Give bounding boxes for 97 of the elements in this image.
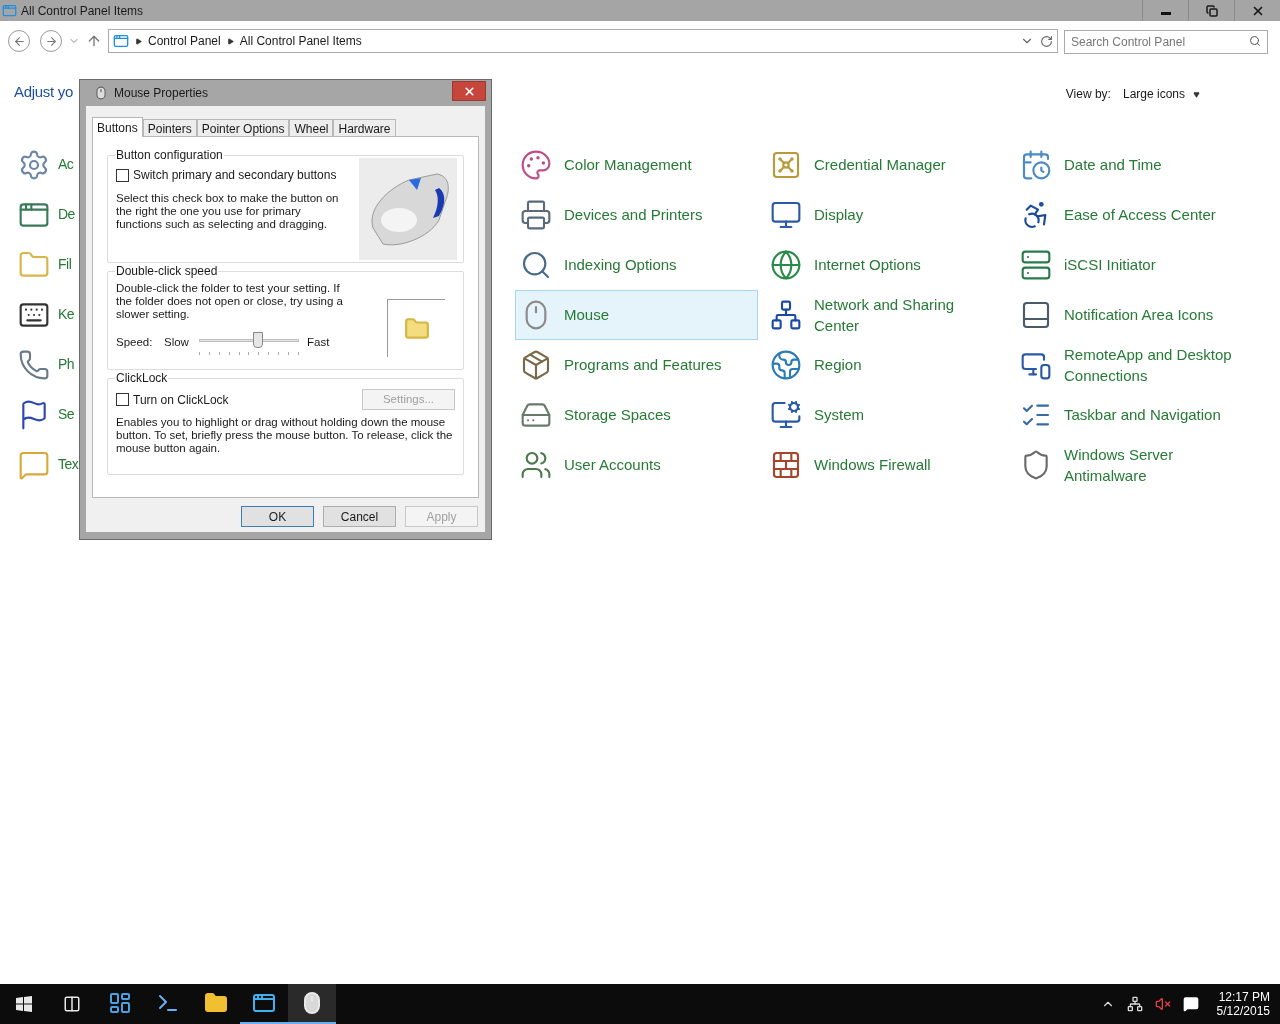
dialog-button[interactable]: OK <box>241 506 314 527</box>
group-title: ClickLock <box>115 371 169 385</box>
control-panel-item[interactable]: Internet Options <box>765 239 1008 290</box>
control-panel-item[interactable]: Indexing Options <box>515 239 758 290</box>
speaker-muted-icon[interactable] <box>1154 996 1171 1012</box>
window-title: All Control Panel Items <box>21 2 144 20</box>
close-icon <box>462 84 476 98</box>
fast-label: Fast <box>307 335 330 351</box>
control-panel-item[interactable]: RemoteApp and Desktop Connections <box>1015 339 1258 390</box>
dialog-button[interactable]: Cancel <box>323 506 396 527</box>
view-by-dropdown[interactable]: Large icons <box>1122 85 1200 103</box>
item-label[interactable]: Ke <box>58 304 75 325</box>
control-panel-item[interactable]: Devices and Printers <box>515 189 758 240</box>
control-panel-item[interactable]: Credential Manager <box>765 139 1008 190</box>
address-bar[interactable]: Control Panel All Control Panel Items <box>108 29 1058 53</box>
folder-icon <box>204 991 228 1015</box>
package-icon <box>520 348 552 381</box>
control-panel-icon <box>2 3 17 18</box>
group-title: Double-click speed <box>115 264 219 278</box>
control-panel-item[interactable]: Notification Area Icons <box>1015 289 1258 340</box>
speed-label: Speed: <box>116 335 154 351</box>
earth-icon <box>770 348 802 381</box>
item-label[interactable]: Ac <box>58 154 74 175</box>
page-heading: Adjust yo <box>14 82 73 102</box>
control-panel-item[interactable]: Windows Server Antimalware <box>1015 439 1258 490</box>
control-panel-icon <box>252 991 276 1015</box>
clock[interactable]: 12:17 PM 5/12/2015 <box>1216 990 1270 1018</box>
breadcrumb[interactable]: Control Panel <box>148 32 221 50</box>
taskbar-button[interactable] <box>288 984 336 1024</box>
refresh-icon[interactable] <box>1040 34 1053 48</box>
breadcrumb-arrow-icon <box>226 37 234 45</box>
printer-icon <box>520 198 552 231</box>
palette-icon <box>520 148 552 181</box>
description: Enables you to highlight or drag without holding down the mouse button. To set, briefly press the mouse button. To release, click the mouse button again. <box>116 416 454 455</box>
breadcrumb[interactable]: All Control Panel Items <box>239 32 362 50</box>
control-panel-item[interactable]: System <box>765 389 1008 440</box>
server-manager-icon <box>108 991 132 1015</box>
mouse-icon <box>94 86 108 100</box>
network-icon[interactable] <box>1126 996 1143 1012</box>
control-panel-icon <box>113 33 129 49</box>
network-icon <box>770 298 802 331</box>
control-panel-item[interactable]: Color Management <box>515 139 758 190</box>
item-label[interactable]: Se <box>58 404 75 425</box>
tab[interactable]: Pointers <box>142 119 197 136</box>
action-center-icon[interactable] <box>1182 996 1199 1012</box>
close-button[interactable] <box>452 81 486 101</box>
search-icon <box>1249 34 1261 47</box>
tab[interactable]: Wheel <box>289 119 334 136</box>
minimize-icon <box>1160 12 1171 15</box>
gear-icon <box>18 148 50 181</box>
speed-slider[interactable] <box>199 335 299 357</box>
control-panel-item[interactable]: Windows Firewall <box>765 439 1008 490</box>
item-label[interactable]: Fil <box>58 254 72 275</box>
task-view-icon <box>63 995 81 1013</box>
checkbox[interactable] <box>116 168 129 182</box>
tab[interactable]: Hardware <box>333 119 396 136</box>
view-by-label: View by: <box>1065 86 1111 103</box>
control-panel-item[interactable]: Storage Spaces <box>515 389 758 440</box>
control-panel-item[interactable]: Programs and Features <box>515 339 758 390</box>
phone-icon <box>18 348 50 381</box>
slow-label: Slow <box>164 335 190 351</box>
test-folder-area[interactable] <box>387 299 445 357</box>
globe-icon <box>770 248 802 281</box>
dialog-title: Mouse Properties <box>114 85 209 102</box>
folder-icon <box>403 315 430 342</box>
tab[interactable]: Pointer Options <box>196 119 290 136</box>
dropdown-arrow-icon <box>1193 90 1200 98</box>
windows-logo-icon <box>16 996 32 1012</box>
control-panel-item[interactable]: Taskbar and Navigation <box>1015 389 1258 440</box>
server-icon <box>1020 248 1052 281</box>
control-panel-item[interactable]: Date and Time <box>1015 139 1258 190</box>
breadcrumb-arrow-icon <box>135 37 142 45</box>
search-field[interactable]: Search Control Panel <box>1064 29 1268 54</box>
up-button[interactable] <box>86 33 102 49</box>
item-label[interactable]: Ph <box>58 354 75 375</box>
monitor-icon <box>770 398 802 431</box>
forward-arrow-icon <box>44 34 58 48</box>
restore-icon <box>1205 4 1218 17</box>
item-label[interactable]: De <box>58 204 75 225</box>
checkbox[interactable] <box>116 393 129 406</box>
control-panel-item[interactable]: Display <box>765 189 1008 240</box>
control-panel-item[interactable]: Ease of Access Center <box>1015 189 1258 240</box>
slider-thumb[interactable] <box>253 332 263 348</box>
control-panel-item[interactable]: User Accounts <box>515 439 758 490</box>
tab[interactable]: Buttons <box>92 117 143 137</box>
description: Double-click the folder to test your setting. If the folder does not open or close, try using a slower setting. <box>116 282 344 321</box>
control-panel-item[interactable]: iSCSI Initiator <box>1015 239 1258 290</box>
checkbox-label: Switch primary and secondary buttons <box>133 167 337 184</box>
description: Select this check box to make the button on the right the one you use for primary functions such as selecting and dragging. <box>116 192 340 231</box>
control-panel-item[interactable]: Network and Sharing Center <box>765 289 1008 340</box>
control-panel-item[interactable]: Mouse <box>515 289 758 340</box>
checkbox-label: Turn on ClickLock <box>133 391 229 409</box>
control-panel-item[interactable]: Region <box>765 339 1008 390</box>
group-title: Button configuration <box>115 148 224 162</box>
calendar-clock-icon <box>1020 148 1052 181</box>
item-label[interactable]: Tex <box>58 454 79 475</box>
back-arrow-icon <box>12 34 26 48</box>
